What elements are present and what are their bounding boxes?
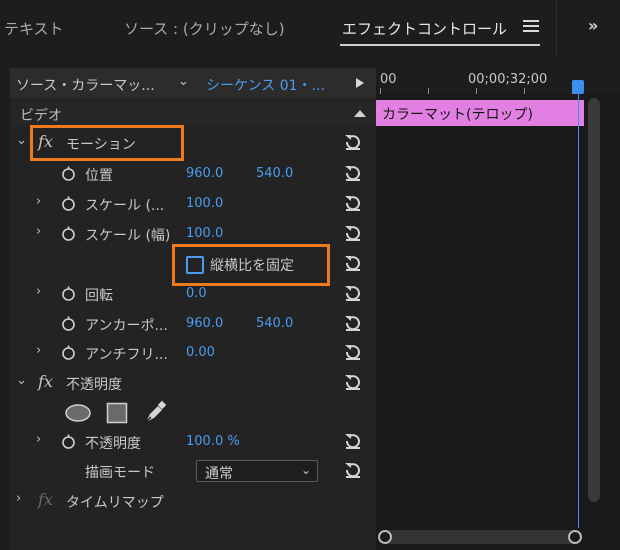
stopwatch-icon[interactable] xyxy=(61,286,76,301)
chevron-right-icon[interactable]: › xyxy=(36,224,41,239)
chevron-right-icon[interactable]: › xyxy=(36,343,41,358)
ruler-tick xyxy=(524,88,525,94)
chevron-down-icon[interactable]: ⌄ xyxy=(16,373,27,388)
position-y-value[interactable]: 540.0 xyxy=(256,166,293,181)
ruler-timecode-label: 00;00;32;00 xyxy=(468,72,548,87)
property-row-position: 位置 960.0 540.0 xyxy=(10,159,376,189)
fx-icon: fx xyxy=(38,490,53,509)
chevron-down-icon: ⌄ xyxy=(300,463,311,477)
reset-icon[interactable] xyxy=(343,164,363,182)
mask-tools-row xyxy=(10,397,376,429)
effect-properties-panel: ソース・カラーマッ... ⌄ シーケンス 01・... ビデオ ⌄ fx モーシ… xyxy=(10,68,376,550)
stopwatch-icon[interactable] xyxy=(61,166,76,181)
ellipse-mask-icon[interactable] xyxy=(64,403,92,423)
chevron-down-icon[interactable]: ⌄ xyxy=(16,133,27,148)
reset-icon[interactable] xyxy=(343,284,363,302)
chevron-down-icon[interactable]: ⌄ xyxy=(178,74,189,89)
play-icon[interactable] xyxy=(346,72,376,94)
property-label-antiflicker: アンチフリ... xyxy=(85,347,168,363)
property-label-anchor-point: アンカーポ... xyxy=(85,318,168,334)
stopwatch-icon[interactable] xyxy=(61,226,76,241)
property-row-antiflicker: › アンチフリ... 0.00 xyxy=(10,338,376,368)
ruler-start-label: 00 xyxy=(380,72,397,87)
reset-icon[interactable] xyxy=(343,133,363,151)
source-clip-label[interactable]: ソース・カラーマッ... xyxy=(16,75,155,95)
chevron-right-icon[interactable]: › xyxy=(16,491,21,506)
stopwatch-icon[interactable] xyxy=(61,316,76,331)
timeline-clip-label: カラーマット(テロップ) xyxy=(382,107,533,123)
rotation-value[interactable]: 0.0 xyxy=(186,286,207,301)
opacity-value[interactable]: 100.0 % xyxy=(186,434,240,449)
effect-timeline-panel: 00 00;00;32;00 カラーマット(テロップ) xyxy=(376,68,620,550)
property-label-rotation: 回転 xyxy=(85,288,113,304)
panel-tab-bar: テキスト ソース : (クリップなし) エフェクトコントロール » xyxy=(0,0,620,58)
reset-icon[interactable] xyxy=(343,224,363,242)
sequence-clip-label[interactable]: シーケンス 01・... xyxy=(206,75,325,95)
reset-icon[interactable] xyxy=(343,461,363,479)
scale-width-value[interactable]: 100.0 xyxy=(186,226,223,241)
chevron-right-icon[interactable]: › xyxy=(36,284,41,299)
ruler-tick xyxy=(380,88,381,94)
motion-highlight-box xyxy=(30,125,184,161)
effect-label-time-remap: タイムリマップ xyxy=(66,495,164,511)
anchor-y-value[interactable]: 540.0 xyxy=(256,316,293,331)
stopwatch-icon[interactable] xyxy=(61,434,76,449)
source-bar: ソース・カラーマッ... ⌄ シーケンス 01・... xyxy=(10,68,376,98)
reset-icon[interactable] xyxy=(343,343,363,361)
ruler-tick xyxy=(476,88,477,94)
property-row-rotation: › 回転 0.0 xyxy=(10,279,376,309)
tab-text[interactable]: テキスト xyxy=(4,18,64,39)
property-label-opacity: 不透明度 xyxy=(85,436,141,452)
ruler-tick xyxy=(428,88,429,94)
reset-icon[interactable] xyxy=(343,314,363,332)
active-tab-indicator xyxy=(340,44,540,46)
reset-icon[interactable] xyxy=(343,373,363,391)
collapse-up-icon[interactable] xyxy=(354,110,366,117)
timeline-clip[interactable]: カラーマット(テロップ) xyxy=(376,100,584,126)
stopwatch-icon[interactable] xyxy=(61,345,76,360)
zoom-handle-left[interactable] xyxy=(378,530,392,544)
reset-icon[interactable] xyxy=(343,194,363,212)
video-section-label: ビデオ xyxy=(20,108,62,124)
pen-mask-icon[interactable] xyxy=(142,400,168,426)
scale-value[interactable]: 100.0 xyxy=(186,196,223,211)
zoom-handle-right[interactable] xyxy=(568,530,582,544)
chevron-right-icon[interactable]: › xyxy=(36,194,41,209)
property-row-opacity: › 不透明度 100.0 % xyxy=(10,427,376,457)
anchor-x-value[interactable]: 960.0 xyxy=(186,316,223,331)
effect-row-opacity: ⌄ fx 不透明度 xyxy=(10,368,376,398)
property-label-blend-mode: 描画モード xyxy=(85,465,155,481)
property-label-scale: スケール (... xyxy=(85,198,165,214)
video-section-header: ビデオ xyxy=(10,102,376,126)
effect-label-opacity: 不透明度 xyxy=(66,377,122,393)
tab-overflow-icon[interactable]: » xyxy=(588,16,598,35)
tab-effect-controls[interactable]: エフェクトコントロール xyxy=(342,18,507,39)
reset-icon[interactable] xyxy=(343,432,363,450)
property-row-scale: › スケール (... 100.0 xyxy=(10,189,376,219)
property-label-scale-width: スケール (幅) xyxy=(85,228,171,244)
position-x-value[interactable]: 960.0 xyxy=(186,166,223,181)
effect-row-time-remap: › fx タイムリマップ xyxy=(10,486,376,516)
blend-mode-select[interactable]: 通常 ⌄ xyxy=(196,460,318,482)
tab-source[interactable]: ソース : (クリップなし) xyxy=(124,18,285,39)
vertical-scrollbar[interactable] xyxy=(588,98,600,502)
stopwatch-icon[interactable] xyxy=(61,196,76,211)
playhead-line xyxy=(578,94,579,528)
property-row-anchor-point: アンカーポ... 960.0 540.0 xyxy=(10,309,376,339)
antiflicker-value[interactable]: 0.00 xyxy=(186,345,215,360)
rectangle-mask-icon[interactable] xyxy=(106,402,128,424)
fx-icon[interactable]: fx xyxy=(38,372,53,391)
panel-menu-icon[interactable] xyxy=(523,18,539,34)
chevron-right-icon[interactable]: › xyxy=(36,432,41,447)
reset-icon[interactable] xyxy=(343,254,363,272)
tab-divider xyxy=(556,0,557,58)
playhead-handle[interactable] xyxy=(572,80,584,94)
property-label-position: 位置 xyxy=(85,168,113,184)
blend-mode-selected: 通常 xyxy=(205,466,233,482)
property-row-blend-mode: 描画モード 通常 ⌄ xyxy=(10,456,376,486)
horizontal-zoom-scrollbar[interactable] xyxy=(380,530,580,544)
